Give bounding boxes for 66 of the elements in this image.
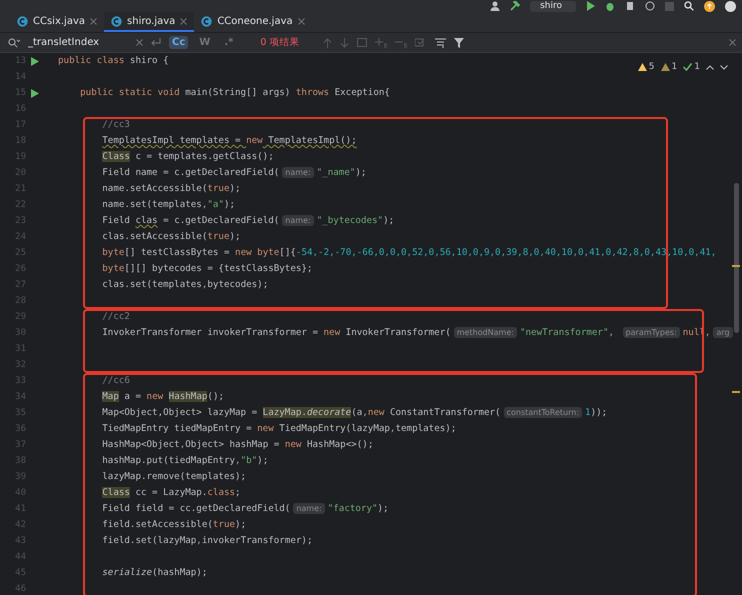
- clear-icon[interactable]: [136, 39, 143, 46]
- search-icon[interactable]: [684, 1, 694, 11]
- code-line: Class c = templates.getClass();: [101, 150, 274, 164]
- code-line: name.setAccessible(true);: [101, 182, 241, 196]
- code-line: byte[][] bytecodes = {testClassBytes};: [101, 262, 312, 276]
- code-line: //cc2: [101, 310, 130, 324]
- code-line: TemplatesImpl templates = new TemplatesImpl();: [101, 134, 357, 148]
- code-line: Field clas = c.getDeclaredField( name: "_bytecodes");: [101, 214, 394, 228]
- code-line: //cc3: [101, 118, 130, 132]
- filter-icon[interactable]: [454, 38, 464, 48]
- code-line: Field field = cc.getDeclaredField( name: "factory");: [101, 502, 389, 516]
- weak-warning-count[interactable]: 1: [660, 62, 678, 72]
- error-stripe-marker[interactable]: [732, 265, 740, 267]
- editor-tab[interactable]: shiro.java: [104, 12, 194, 32]
- code-line: //cc6: [101, 374, 130, 388]
- update-icon[interactable]: [704, 0, 715, 12]
- search-field[interactable]: _transletIndex: [28, 37, 128, 48]
- code-line: Map a = new HashMap();: [101, 390, 224, 404]
- code-line: HashMap<Object,Object> hashMap = new HashMap<>();: [101, 438, 374, 452]
- search-icon[interactable]: [8, 38, 20, 48]
- code-line: hashMap.put(tiedMapEntry,"b");: [101, 454, 268, 468]
- avatar-icon[interactable]: [725, 0, 736, 12]
- code-line: clas.set(templates,bytecodes);: [101, 278, 268, 292]
- scrollbar-thumb[interactable]: [734, 183, 739, 333]
- run-icon[interactable]: [31, 56, 39, 66]
- chevron-down-icon[interactable]: [720, 64, 728, 70]
- code-line: serialize(hashMap);: [101, 566, 208, 580]
- java-class-icon: [201, 16, 212, 26]
- warning-count[interactable]: 5: [638, 62, 655, 72]
- code-line: field.set(lazyMap,invokerTransformer);: [101, 534, 312, 548]
- error-stripe-marker[interactable]: [732, 391, 740, 393]
- close-icon[interactable]: [729, 39, 736, 46]
- search-result-count: 0 项结果: [260, 36, 300, 49]
- hammer-icon[interactable]: [510, 1, 520, 11]
- java-class-icon: [111, 16, 122, 26]
- code-line: public class shiro {: [58, 54, 169, 68]
- code-line: TiedMapEntry tiedMapEntry = new TiedMapEntry(lazyMap,templates);: [101, 422, 456, 436]
- java-class-icon: [17, 16, 28, 26]
- search-option-toggle[interactable]: Cc: [169, 36, 188, 49]
- warning-icon: [638, 63, 647, 71]
- editor-tab[interactable]: CCsix.java: [10, 12, 104, 32]
- code-line: Map<Object,Object> lazyMap = LazyMap.decorate(a,new ConstantTransformer( constantToReturn: 1));: [101, 406, 608, 420]
- run-icon[interactable]: [586, 1, 595, 11]
- code-line: public static void main(String[] args) throws Exception{: [79, 86, 390, 100]
- filter-lines-icon[interactable]: [435, 38, 446, 48]
- code-line: field.setAccessible(true);: [101, 518, 246, 532]
- close-icon[interactable]: [90, 18, 98, 24]
- close-icon[interactable]: [180, 18, 188, 24]
- code-line: clas.setAccessible(true);: [101, 230, 241, 244]
- chevron-up-icon[interactable]: [706, 64, 714, 70]
- tab-label: CConeone.java: [217, 16, 293, 26]
- person-icon[interactable]: [490, 1, 500, 11]
- warning-icon: [660, 63, 670, 71]
- check-icon: [683, 63, 692, 71]
- code-line: lazyMap.remove(templates);: [101, 470, 246, 484]
- typo-count[interactable]: 1: [683, 62, 700, 72]
- close-icon[interactable]: [298, 18, 305, 24]
- code-line: Field name = c.getDeclaredField( name: "_name");: [101, 166, 366, 180]
- code-line: Class cc = LazyMap.class;: [101, 486, 241, 500]
- editor-tab[interactable]: CConeone.java: [194, 12, 312, 32]
- newline-icon[interactable]: [151, 38, 161, 47]
- tab-label: shiro.java: [127, 16, 176, 26]
- run-icon[interactable]: [31, 88, 39, 98]
- code-line: name.set(templates,"a");: [101, 198, 236, 212]
- run-configuration-dropdown[interactable]: shiro: [530, 0, 576, 12]
- tab-label: CCsix.java: [33, 16, 86, 26]
